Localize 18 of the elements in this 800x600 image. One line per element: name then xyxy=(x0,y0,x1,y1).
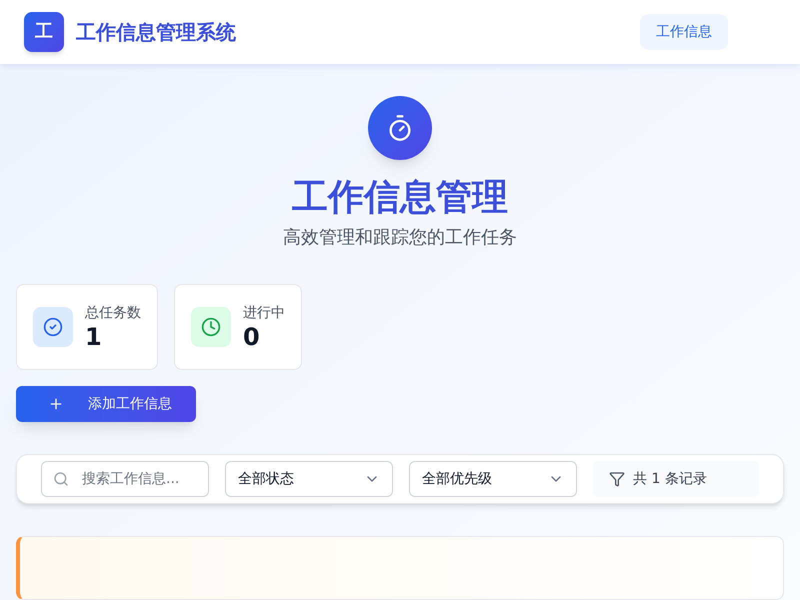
record-count: 共 1 条记录 xyxy=(633,470,707,489)
page-subtitle: 高效管理和跟踪您的工作任务 xyxy=(283,226,517,250)
stat-label: 总任务数 xyxy=(85,304,141,323)
stat-value: 0 xyxy=(243,323,261,351)
status-select[interactable]: 全部状态 xyxy=(225,461,393,497)
filter-icon xyxy=(609,471,625,487)
add-button[interactable]: 添加工作信息 xyxy=(16,386,196,422)
plus-icon xyxy=(48,396,64,412)
search-icon xyxy=(53,471,69,487)
search-field[interactable]: 搜索工作信息... xyxy=(41,461,209,497)
clock-icon xyxy=(191,307,231,347)
page-title: 工作信息管理 xyxy=(292,176,508,220)
stat-value: 1 xyxy=(85,323,103,351)
app-title: 工作信息管理系统 xyxy=(76,19,236,46)
logo-badge: 工 xyxy=(24,12,64,52)
nav-tab[interactable]: 工作信息 xyxy=(640,14,728,50)
priority-select[interactable]: 全部优先级 xyxy=(409,461,577,497)
stat-label: 进行中 xyxy=(243,304,285,323)
